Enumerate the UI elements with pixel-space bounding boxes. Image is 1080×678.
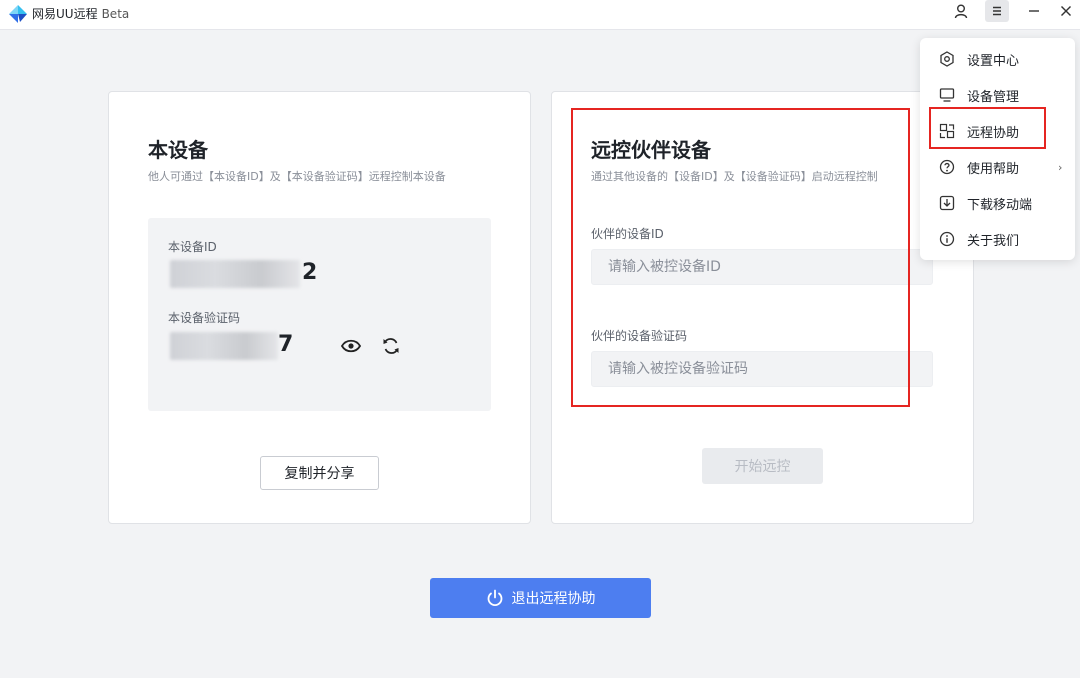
- download-icon: [939, 195, 955, 211]
- copy-and-share-button[interactable]: 复制并分享: [260, 456, 379, 490]
- menu-item-device-management[interactable]: 设备管理: [920, 80, 1075, 110]
- partner-id-input[interactable]: 请输入被控设备ID: [591, 249, 933, 285]
- power-icon: [487, 589, 502, 607]
- partner-code-label: 伙伴的设备验证码: [591, 329, 688, 343]
- start-remote-button[interactable]: 开始远控: [702, 448, 823, 484]
- remote-assist-icon: [939, 123, 955, 139]
- settings-icon: [939, 51, 955, 67]
- info-icon: [939, 231, 955, 247]
- menu-item-remote-assist[interactable]: 远程协助: [920, 116, 1075, 146]
- monitor-icon: [939, 87, 955, 103]
- title-bar: 网易UU远程 Beta: [0, 0, 1080, 30]
- exit-remote-assist-button[interactable]: 退出远程协助: [430, 578, 651, 618]
- device-code-redacted: [170, 332, 278, 360]
- menu-item-label: 设置中心: [967, 53, 1020, 69]
- app-name: 网易UU远程: [32, 7, 98, 21]
- device-id-redacted: [170, 260, 300, 288]
- local-device-title: 本设备: [148, 138, 208, 162]
- partner-code-input[interactable]: 请输入被控设备验证码: [591, 351, 933, 387]
- main-menu-dropdown: 设置中心 设备管理 远程协助 使用帮助 › 下载移动端 关于我们: [920, 38, 1075, 260]
- menu-item-label: 设备管理: [967, 89, 1020, 105]
- menu-item-label: 远程协助: [967, 125, 1020, 141]
- app-logo-icon: [9, 5, 27, 23]
- menu-item-about[interactable]: 关于我们: [920, 224, 1075, 254]
- exit-remote-assist-label: 退出远程协助: [511, 591, 596, 607]
- refresh-icon: [383, 338, 399, 354]
- menu-item-settings[interactable]: 设置中心: [920, 44, 1075, 74]
- menu-button[interactable]: [985, 0, 1009, 22]
- app-title: 网易UU远程 Beta: [32, 5, 129, 22]
- minimize-icon: [1029, 10, 1039, 12]
- device-id-label: 本设备ID: [168, 240, 217, 254]
- local-device-subtitle: 他人可通过【本设备ID】及【本设备验证码】远程控制本设备: [148, 170, 446, 183]
- beta-label: Beta: [101, 7, 130, 21]
- account-button[interactable]: [949, 0, 973, 22]
- menu-item-label: 下载移动端: [967, 197, 1033, 213]
- menu-item-help[interactable]: 使用帮助 ›: [920, 152, 1075, 182]
- close-icon: [1061, 6, 1071, 16]
- refresh-code-button[interactable]: [380, 335, 402, 357]
- hamburger-icon: [993, 6, 1001, 16]
- menu-item-download-mobile[interactable]: 下载移动端: [920, 188, 1075, 218]
- partner-device-subtitle: 通过其他设备的【设备ID】及【设备验证码】启动远程控制: [591, 170, 878, 183]
- help-icon: [939, 159, 955, 175]
- partner-device-card: 远控伙伴设备 通过其他设备的【设备ID】及【设备验证码】启动远程控制 伙伴的设备…: [551, 91, 974, 524]
- user-icon: [954, 4, 968, 19]
- minimize-button[interactable]: [1022, 0, 1046, 22]
- device-id-value: 2: [302, 260, 318, 285]
- menu-item-label: 关于我们: [967, 233, 1020, 249]
- chevron-right-icon: ›: [1058, 160, 1063, 174]
- partner-device-title: 远控伙伴设备: [591, 138, 711, 162]
- device-code-value: 7: [278, 332, 294, 357]
- menu-item-label: 使用帮助: [967, 161, 1020, 177]
- local-device-card: 本设备 他人可通过【本设备ID】及【本设备验证码】远程控制本设备 本设备ID 2…: [108, 91, 531, 524]
- local-credentials-panel: 本设备ID 2 本设备验证码 7: [148, 218, 491, 411]
- partner-id-label: 伙伴的设备ID: [591, 227, 664, 241]
- device-code-label: 本设备验证码: [168, 311, 241, 325]
- show-code-button[interactable]: [340, 335, 362, 357]
- eye-icon: [341, 339, 361, 353]
- close-button[interactable]: [1054, 0, 1078, 22]
